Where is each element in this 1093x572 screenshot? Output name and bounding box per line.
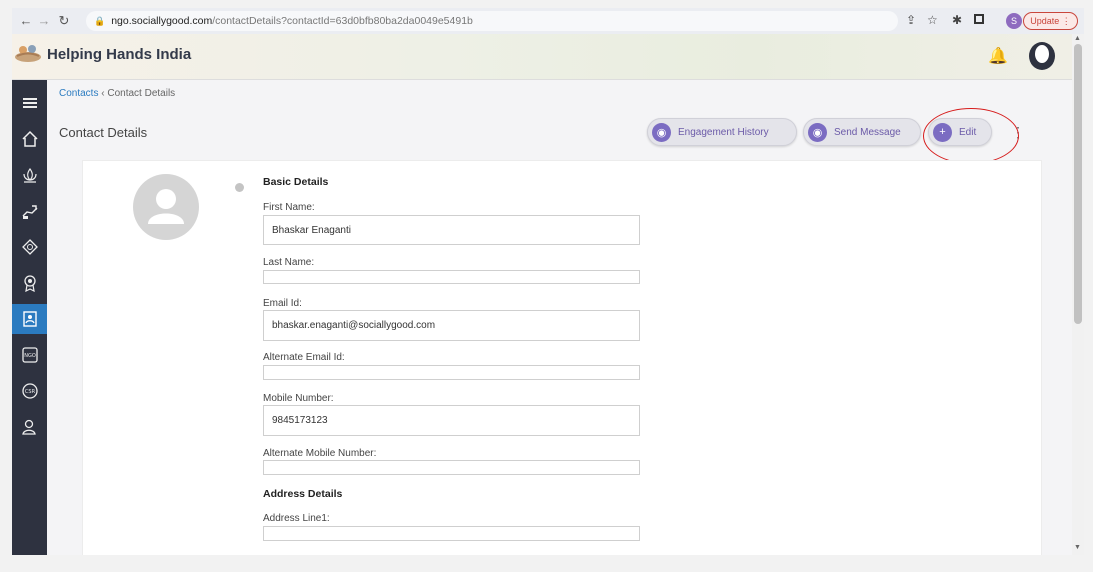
- back-arrow-icon[interactable]: ←: [16, 13, 36, 28]
- notification-bell-icon[interactable]: 🔔: [988, 46, 1008, 66]
- email-field[interactable]: bhaskar.enaganti@sociallygood.com: [263, 310, 640, 341]
- mobile-field[interactable]: 9845173123: [263, 405, 640, 436]
- email-label: Email Id:: [263, 298, 302, 309]
- breadcrumb-current: Contact Details: [107, 88, 176, 99]
- plus-circle-icon: +: [933, 122, 952, 142]
- edit-button[interactable]: + Edit: [928, 118, 992, 146]
- award-icon: [23, 275, 36, 292]
- send-message-button[interactable]: ◉ Send Message: [803, 118, 921, 146]
- browser-window: ← → ↻ 🔒 ngo.sociallygood.com /contactDet…: [12, 8, 1084, 555]
- alt-mobile-label: Alternate Mobile Number:: [263, 448, 377, 459]
- svg-text:CSR: CSR: [24, 389, 35, 395]
- address-bar[interactable]: 🔒 ngo.sociallygood.com /contactDetails?c…: [86, 11, 898, 31]
- edit-label: Edit: [959, 126, 977, 138]
- contact-avatar: [133, 174, 199, 240]
- mobile-label: Mobile Number:: [263, 393, 334, 404]
- diamond-icon: [21, 239, 38, 255]
- contact-details-card: Basic Details First Name: Bhaskar Enagan…: [82, 160, 1042, 555]
- engagement-history-label: Engagement History: [678, 126, 769, 138]
- sidebar-item-contacts[interactable]: [12, 304, 47, 334]
- scroll-down-icon[interactable]: ▼: [1074, 544, 1081, 551]
- last-name-label: Last Name:: [263, 257, 315, 268]
- sidebar-item-projects[interactable]: [12, 232, 47, 262]
- lock-icon: 🔒: [94, 15, 106, 26]
- main-content: Contacts ‹ Contact Details Contact Detai…: [47, 80, 1072, 555]
- breadcrumb-separator: ‹: [101, 88, 105, 99]
- page-title: Contact Details: [59, 125, 148, 140]
- update-label: Update: [1030, 16, 1060, 26]
- alt-mobile-field[interactable]: [263, 460, 640, 475]
- send-message-label: Send Message: [834, 126, 901, 138]
- lotus-icon: [22, 167, 37, 183]
- status-dot: [235, 183, 244, 192]
- svg-text:NGO: NGO: [24, 353, 36, 359]
- breadcrumb: Contacts ‹ Contact Details: [59, 88, 175, 99]
- bookmark-star-icon[interactable]: ☆: [927, 13, 938, 27]
- address-line1-label: Address Line1:: [263, 513, 330, 524]
- url-host: ngo.sociallygood.com: [111, 15, 213, 27]
- profile-avatar[interactable]: S: [1006, 13, 1022, 29]
- browser-update-button[interactable]: Update ⋮: [1023, 12, 1078, 30]
- home-icon: [21, 130, 38, 147]
- user-avatar-icon[interactable]: [1028, 41, 1056, 71]
- sidebar-item-csr[interactable]: CSR: [12, 376, 47, 406]
- helping-hands-logo[interactable]: [14, 42, 42, 64]
- page-scrollbar[interactable]: ▲ ▼: [1072, 34, 1084, 555]
- contacts-icon: [22, 311, 37, 327]
- message-icon: ◉: [808, 122, 827, 142]
- sidebar-item-users[interactable]: [12, 412, 47, 442]
- first-name-field[interactable]: Bhaskar Enaganti: [263, 215, 640, 245]
- browser-toolbar: ← → ↻ 🔒 ngo.sociallygood.com /contactDet…: [12, 8, 1084, 34]
- users-icon: [21, 419, 36, 435]
- last-name-field[interactable]: [263, 270, 640, 284]
- url-path: /contactDetails?contactId=63d0bfb80ba2da…: [212, 15, 473, 27]
- forward-arrow-icon[interactable]: →: [34, 13, 54, 28]
- sidepanel-icon[interactable]: [974, 14, 984, 24]
- csr-icon: CSR: [21, 383, 38, 399]
- sidebar-item-donations[interactable]: [12, 196, 47, 226]
- app-header: Helping Hands India 🔔: [12, 34, 1072, 80]
- reload-icon[interactable]: ↻: [54, 13, 74, 29]
- basic-details-heading: Basic Details: [263, 176, 329, 188]
- menu-toggle-button[interactable]: [12, 88, 47, 118]
- breadcrumb-contacts-link[interactable]: Contacts: [59, 88, 98, 99]
- donate-hand-icon: [22, 205, 37, 219]
- menu-icon: [22, 98, 37, 108]
- alt-email-label: Alternate Email Id:: [263, 352, 345, 363]
- address-details-heading: Address Details: [263, 488, 343, 500]
- engagement-history-button[interactable]: ◉ Engagement History: [647, 118, 797, 146]
- extensions-puzzle-icon[interactable]: ✱: [952, 13, 962, 27]
- sidebar-item-awards[interactable]: [12, 268, 47, 298]
- sidebar-nav: NGO CSR: [12, 80, 47, 555]
- ngo-icon: NGO: [21, 347, 38, 363]
- scroll-up-icon[interactable]: ▲: [1074, 35, 1081, 42]
- alt-email-field[interactable]: [263, 365, 640, 380]
- sidebar-item-lotus[interactable]: [12, 160, 47, 190]
- engagement-icon: ◉: [652, 122, 671, 142]
- sidebar-item-home[interactable]: [12, 124, 47, 154]
- address-line1-field[interactable]: [263, 526, 640, 541]
- sidebar-item-ngo[interactable]: NGO: [12, 340, 47, 370]
- app-title: Helping Hands India: [47, 46, 192, 63]
- scroll-thumb[interactable]: [1074, 44, 1082, 324]
- first-name-label: First Name:: [263, 202, 315, 213]
- share-icon[interactable]: ⇪: [906, 13, 916, 27]
- person-placeholder-icon: [148, 189, 184, 224]
- more-options-icon[interactable]: ⋮: [1011, 124, 1025, 141]
